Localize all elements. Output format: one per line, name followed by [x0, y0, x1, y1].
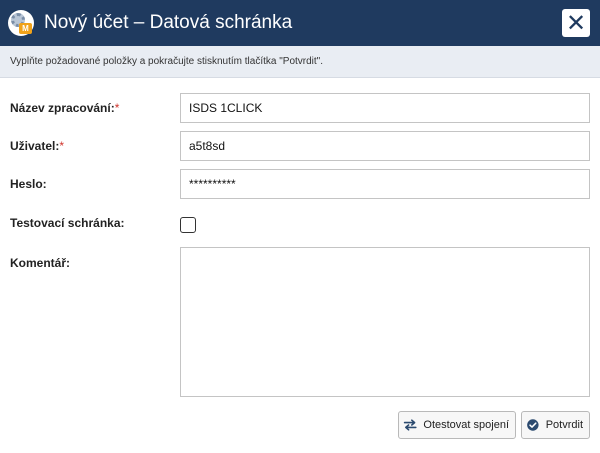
komentar-textarea[interactable]	[180, 247, 590, 397]
dialog-title: Nový účet – Datová schránka	[44, 12, 293, 33]
testovaci-label: Testovací schránka:	[10, 216, 125, 230]
check-circle-icon	[527, 419, 539, 431]
heslo-input[interactable]	[180, 169, 590, 199]
required-marker: *	[114, 101, 120, 115]
test-connection-label: Otestovat spojení	[423, 419, 509, 431]
uzivatel-input[interactable]	[180, 131, 590, 161]
nazev-zpracovani-input[interactable]	[180, 93, 590, 123]
testovaci-label-text: Testovací schránka:	[10, 216, 125, 230]
test-connection-button[interactable]: Otestovat spojení	[398, 411, 516, 439]
heslo-label-text: Heslo:	[10, 177, 47, 191]
uzivatel-label: Uživatel:*	[10, 139, 64, 153]
info-bar: Vyplňte požadované položky a pokračujte …	[0, 46, 600, 78]
nazev-label: Název zpracování:*	[10, 101, 119, 115]
dialog-titlebar: M Nový účet – Datová schránka ✕	[0, 0, 600, 46]
testovaci-schranka-checkbox[interactable]	[180, 217, 196, 233]
required-marker: *	[59, 139, 65, 153]
komentar-label: Komentář:	[10, 256, 70, 270]
heslo-label: Heslo:	[10, 177, 47, 191]
swap-arrows-icon	[403, 419, 417, 431]
info-text: Vyplňte požadované položky a pokračujte …	[10, 56, 323, 67]
confirm-label: Potvrdit	[545, 419, 583, 431]
confirm-button[interactable]: Potvrdit	[521, 411, 590, 439]
komentar-label-text: Komentář:	[10, 256, 71, 270]
nazev-label-text: Název zpracování:	[10, 101, 115, 115]
close-button[interactable]: ✕	[562, 9, 590, 37]
uzivatel-label-text: Uživatel:	[10, 139, 60, 153]
app-icon-badge: M	[19, 23, 32, 34]
app-logo-icon: M	[8, 10, 34, 36]
